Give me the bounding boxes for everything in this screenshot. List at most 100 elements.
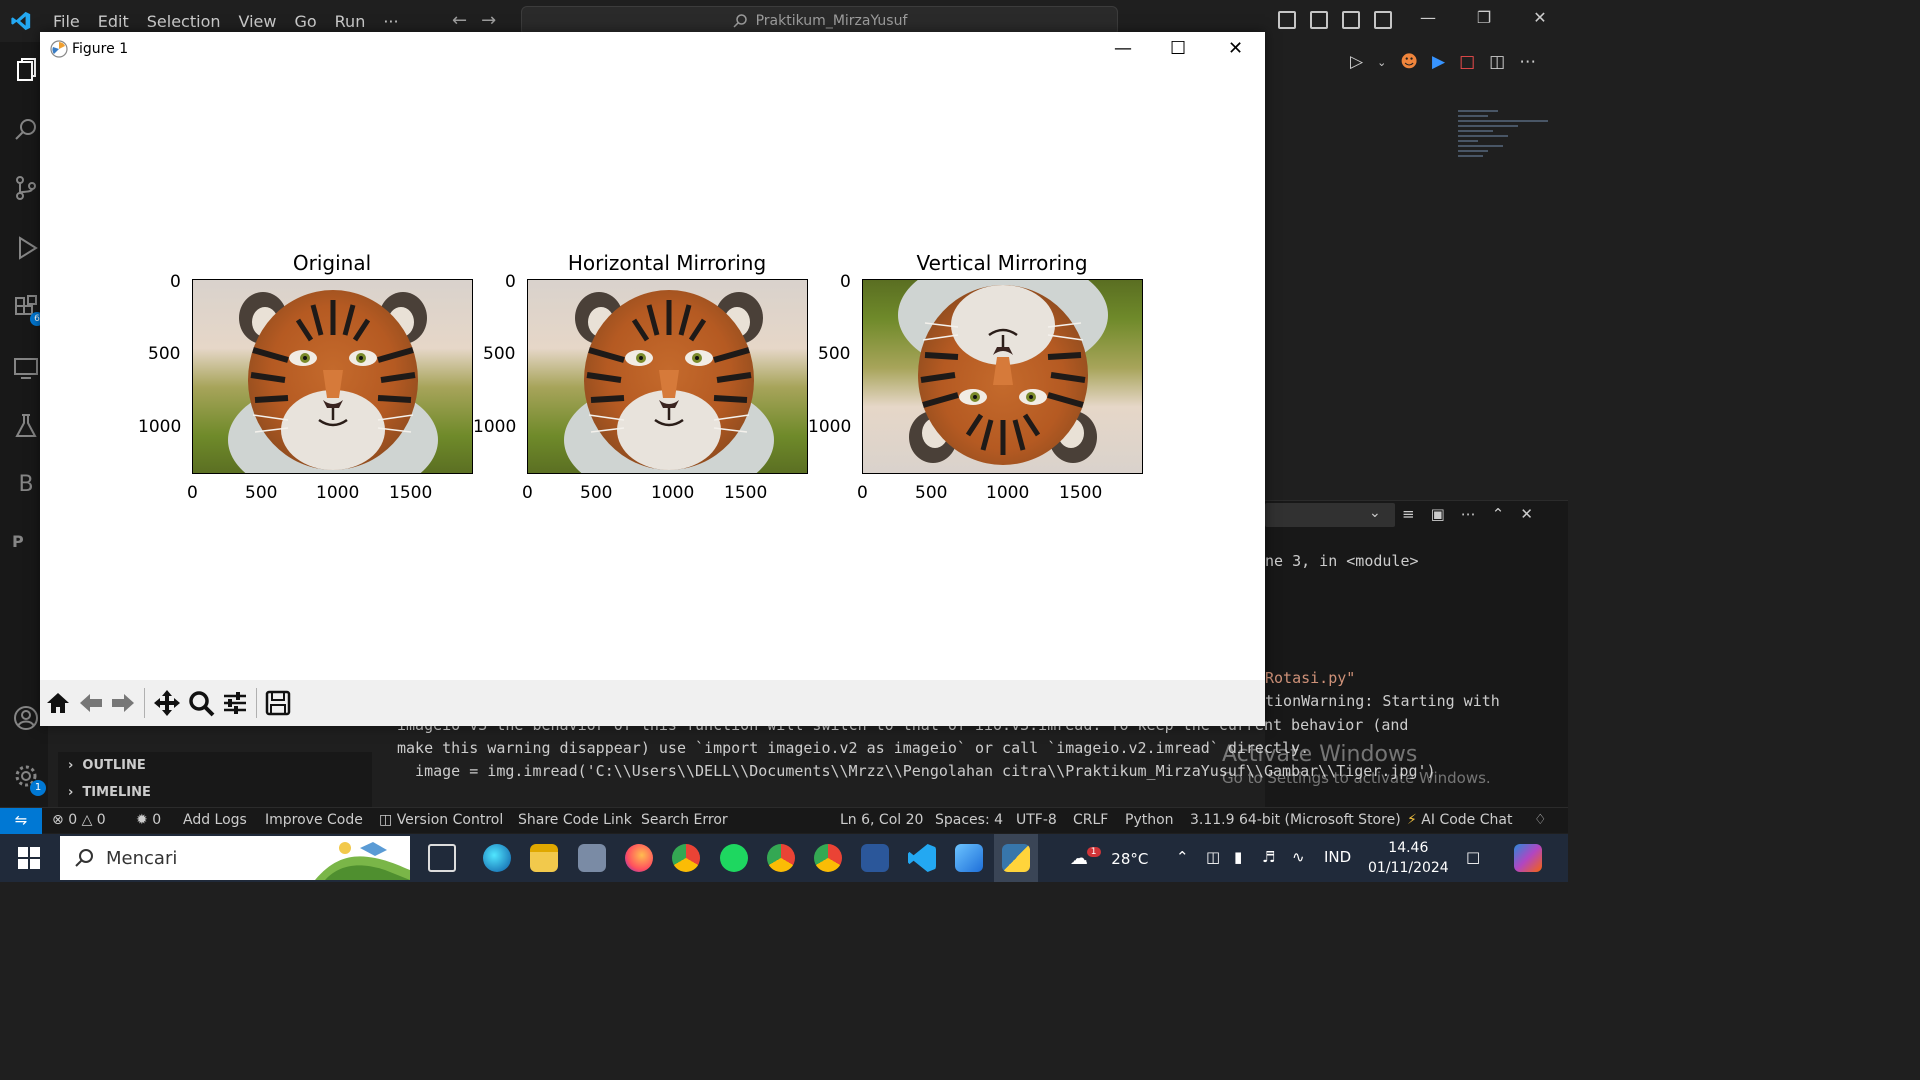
vscode-minimize-button[interactable]: — bbox=[1400, 8, 1456, 27]
maximize-panel-icon[interactable]: ⌃ bbox=[1492, 505, 1505, 523]
figure-minimize-button[interactable]: — bbox=[1114, 38, 1132, 59]
home-icon[interactable] bbox=[44, 689, 72, 717]
vscode-close-button[interactable]: ✕ bbox=[1512, 8, 1568, 27]
terminal-select[interactable]: ⌄ bbox=[1265, 503, 1395, 527]
save-icon[interactable] bbox=[264, 689, 292, 717]
toggle-primary-sidebar-icon[interactable] bbox=[1278, 11, 1296, 29]
indentation-status[interactable]: Spaces: 4 bbox=[935, 812, 1003, 828]
back-arrow-icon[interactable]: ← bbox=[452, 10, 467, 31]
remote-indicator-icon[interactable]: ⇋ bbox=[0, 808, 42, 834]
run-dropdown-icon[interactable]: ⌄ bbox=[1377, 56, 1386, 72]
toggle-panel-icon[interactable] bbox=[1310, 11, 1328, 29]
show-hidden-icons[interactable]: ⌃ bbox=[1176, 848, 1189, 866]
run-debug-icon[interactable] bbox=[12, 234, 40, 262]
camera-icon[interactable] bbox=[578, 844, 606, 872]
photos-icon[interactable] bbox=[955, 844, 983, 872]
stop-icon[interactable]: □ bbox=[1459, 52, 1475, 72]
python-interpreter[interactable]: 3.11.9 64-bit (Microsoft Store) bbox=[1190, 812, 1401, 828]
taskbar-clock[interactable]: 14.46 01/11/2024 bbox=[1368, 838, 1449, 878]
axes-original[interactable] bbox=[192, 279, 473, 474]
taskbar-search-box[interactable]: Mencari bbox=[60, 836, 410, 880]
windows-start-icon[interactable] bbox=[18, 847, 40, 869]
eol-status[interactable]: CRLF bbox=[1073, 812, 1108, 828]
notification-center-icon[interactable]: □ bbox=[1466, 848, 1480, 866]
figure-close-button[interactable]: ✕ bbox=[1228, 38, 1243, 59]
cloud-icon: ☁ bbox=[1070, 848, 1088, 869]
menu-bar: File Edit Selection View Go Run ··· bbox=[44, 8, 408, 35]
vscode-taskbar-icon[interactable] bbox=[908, 844, 936, 872]
search-error-button[interactable]: Search Error bbox=[641, 812, 728, 828]
spotify-icon[interactable] bbox=[720, 844, 748, 872]
axes-horizontal-mirroring[interactable] bbox=[527, 279, 808, 474]
live-preview-icon[interactable]: ▶ bbox=[1432, 52, 1445, 72]
zoom-icon[interactable] bbox=[187, 689, 215, 717]
explorer-icon[interactable] bbox=[12, 56, 40, 84]
copilot-taskbar-icon[interactable] bbox=[1514, 844, 1542, 872]
run-icon[interactable]: ▷ bbox=[1350, 52, 1363, 72]
menu-view[interactable]: View bbox=[230, 8, 286, 35]
file-explorer-icon[interactable] bbox=[530, 844, 558, 872]
more-actions-icon[interactable]: ⋯ bbox=[1519, 52, 1536, 72]
watermark-title: Activate Windows bbox=[1222, 742, 1418, 767]
input-language[interactable]: IND bbox=[1324, 848, 1351, 866]
copilot-icon[interactable]: ☻ bbox=[1400, 52, 1418, 72]
volume-icon[interactable]: ♬ bbox=[1262, 848, 1275, 866]
chrome-icon[interactable] bbox=[672, 844, 700, 872]
split-editor-icon[interactable]: ◫ bbox=[1489, 52, 1505, 72]
language-mode[interactable]: Python bbox=[1125, 812, 1174, 828]
menu-edit[interactable]: Edit bbox=[89, 8, 138, 35]
add-logs-button[interactable]: Add Logs bbox=[183, 812, 247, 828]
firefox-icon[interactable] bbox=[625, 844, 653, 872]
menu-more[interactable]: ··· bbox=[374, 8, 407, 35]
warning-count: 0 bbox=[96, 812, 106, 828]
notifications-bell-icon[interactable]: ♢ bbox=[1534, 812, 1547, 828]
menu-run[interactable]: Run bbox=[326, 8, 375, 35]
figure-maximize-button[interactable]: ☐ bbox=[1170, 38, 1186, 59]
testing-icon[interactable] bbox=[12, 412, 40, 440]
meet-now-icon[interactable]: ◫ bbox=[1206, 848, 1220, 866]
task-view-icon[interactable] bbox=[428, 844, 456, 872]
improve-code-button[interactable]: Improve Code bbox=[265, 812, 363, 828]
encoding-status[interactable]: UTF-8 bbox=[1016, 812, 1057, 828]
forward-icon[interactable] bbox=[109, 689, 137, 717]
close-panel-icon[interactable]: ✕ bbox=[1520, 505, 1533, 523]
menu-file[interactable]: File bbox=[44, 8, 89, 35]
minimap[interactable] bbox=[1458, 110, 1554, 180]
version-control-status[interactable]: ◫ Version Control bbox=[379, 812, 503, 828]
edge-browser-icon[interactable] bbox=[483, 844, 511, 872]
toggle-secondary-sidebar-icon[interactable] bbox=[1342, 11, 1360, 29]
ports-status[interactable]: ✹ 0 bbox=[136, 812, 161, 828]
clear-terminal-icon[interactable]: ≡ bbox=[1402, 505, 1415, 523]
pan-icon[interactable] bbox=[153, 689, 181, 717]
python-env-icon[interactable]: P bbox=[12, 532, 40, 560]
menu-selection[interactable]: Selection bbox=[138, 8, 230, 35]
share-code-link-button[interactable]: Share Code Link bbox=[518, 812, 632, 828]
search-view-icon[interactable] bbox=[12, 116, 40, 144]
chrome-profile-m-icon[interactable] bbox=[767, 844, 795, 872]
cursor-position[interactable]: Ln 6, Col 20 bbox=[840, 812, 923, 828]
forward-arrow-icon[interactable]: → bbox=[481, 10, 496, 31]
axes-vertical-mirroring[interactable] bbox=[862, 279, 1143, 474]
configure-icon[interactable] bbox=[221, 689, 249, 717]
chevron-right-icon: › bbox=[68, 758, 83, 773]
timeline-section[interactable]: › TIMELINE bbox=[68, 785, 151, 800]
wifi-icon[interactable]: ∿ bbox=[1292, 848, 1305, 866]
battery-icon[interactable]: ▮ bbox=[1234, 848, 1242, 866]
chrome-profile-2-icon[interactable] bbox=[814, 844, 842, 872]
back-icon[interactable] bbox=[77, 689, 105, 717]
lock-scroll-icon[interactable]: ▣ bbox=[1431, 505, 1445, 523]
customize-layout-icon[interactable] bbox=[1374, 11, 1392, 29]
accounts-icon[interactable] bbox=[12, 704, 40, 732]
outline-section[interactable]: › OUTLINE bbox=[68, 758, 146, 773]
panel-more-icon[interactable]: ⋯ bbox=[1461, 505, 1476, 523]
word-icon[interactable] bbox=[861, 844, 889, 872]
remote-explorer-icon[interactable] bbox=[12, 354, 40, 382]
problems-status[interactable]: ⊗ 0 △ 0 bbox=[52, 812, 106, 828]
menu-go[interactable]: Go bbox=[285, 8, 325, 35]
weather-widget[interactable]: ☁ 1 28°C bbox=[1070, 847, 1148, 869]
ai-code-chat-status[interactable]: ⚡ AI Code Chat bbox=[1407, 812, 1512, 828]
b-extension-icon[interactable]: B bbox=[12, 472, 40, 500]
python-figure-icon[interactable] bbox=[1002, 844, 1030, 872]
source-control-icon[interactable] bbox=[12, 174, 40, 202]
vscode-restore-button[interactable]: ❐ bbox=[1456, 8, 1512, 27]
